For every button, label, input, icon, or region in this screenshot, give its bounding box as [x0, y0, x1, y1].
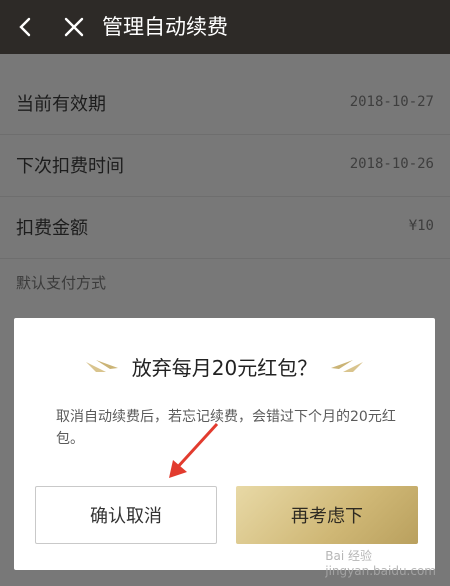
cancel-renewal-dialog: 放弃每月20元红包？ 取消自动续费后，若忘记续费，会错过下个月的20元红包。 确…: [14, 318, 435, 570]
confirm-cancel-label: 确认取消: [90, 506, 162, 527]
validity-row: 当前有效期 2018-10-27: [0, 74, 450, 135]
dialog-title: 放弃每月20元红包？: [131, 355, 318, 380]
gold-leaf-left-icon: [85, 360, 118, 372]
gold-leaf-right-icon: [331, 360, 364, 372]
validity-value: 2018-10-27: [349, 94, 434, 110]
validity-label: 当前有效期: [16, 94, 106, 115]
next-charge-value: 2018-10-26: [349, 156, 434, 172]
charge-amount-row: 扣费金额 ¥10: [0, 198, 450, 259]
watermark-subtext: jingyan.baidu.com: [325, 564, 436, 578]
charge-amount-value: ¥10: [408, 218, 434, 234]
confirm-cancel-button[interactable]: 确认取消: [35, 486, 217, 544]
next-charge-label: 下次扣费时间: [16, 156, 124, 177]
chevron-left-icon[interactable]: [14, 15, 38, 39]
next-charge-row: 下次扣费时间 2018-10-26: [0, 136, 450, 197]
payment-method-label: 默认支付方式: [16, 274, 107, 292]
reconsider-button[interactable]: 再考虑下: [236, 486, 418, 544]
dialog-heading: 放弃每月20元红包？: [14, 348, 435, 384]
dialog-description: 取消自动续费后，若忘记续费，会错过下个月的20元红包。: [56, 409, 396, 447]
charge-amount-label: 扣费金额: [16, 218, 88, 239]
watermark: Bai 经验 jingyan.baidu.com: [325, 547, 436, 578]
reconsider-label: 再考虑下: [291, 506, 363, 527]
watermark-text: Bai 经验: [325, 549, 372, 563]
top-bar: 管理自动续费: [0, 0, 450, 54]
page-title: 管理自动续费: [102, 15, 228, 39]
close-icon[interactable]: [62, 15, 86, 39]
